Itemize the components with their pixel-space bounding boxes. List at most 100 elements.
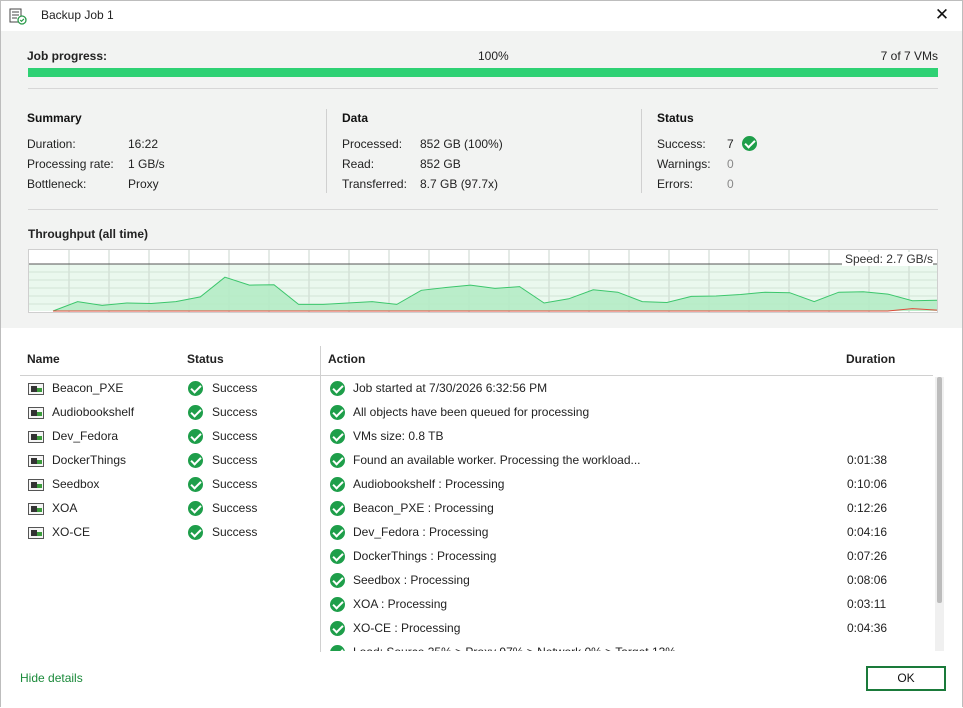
speed-readout: Speed: 2.7 GB/s [841,252,933,266]
status-heading: Status [657,111,694,125]
data-value: 852 GB (100%) [420,137,503,151]
data-value: 852 GB [420,157,461,171]
action-log: Job started at 7/30/2026 6:32:56 PM All o… [327,377,933,651]
action-row[interactable]: Load: Source 35% > Proxy 97% > Network 0… [327,641,933,651]
success-check-icon [330,525,345,540]
action-text: XO-CE : Processing [353,621,461,635]
action-duration: 0:07:26 [847,549,888,563]
action-row[interactable]: DockerThings : Processing 0:07:26 [327,545,933,569]
vm-status-label: Success [212,381,258,395]
job-icon [9,8,27,25]
action-text: Beacon_PXE : Processing [353,501,494,515]
action-text: Load: Source 35% > Proxy 97% > Network 0… [353,645,676,651]
status-row-warnings: Warnings: 0 [657,154,927,174]
hide-details-link[interactable]: Hide details [20,671,83,685]
success-check-icon [742,136,757,151]
vm-status-label: Success [212,453,258,467]
action-text: VMs size: 0.8 TB [353,429,444,443]
success-check-icon [330,597,345,612]
success-check-icon [330,405,345,420]
progress-count: 7 of 7 VMs [880,49,938,63]
scrollbar-thumb[interactable] [937,377,942,603]
vm-status-label: Success [212,525,258,539]
vm-row[interactable]: Beacon_PXE Success [25,377,320,401]
vm-status-label: Success [212,477,258,491]
action-row[interactable]: Dev_Fedora : Processing 0:04:16 [327,521,933,545]
data-row-processed: Processed: 852 GB (100%) [342,134,632,154]
action-duration: 0:12:26 [847,501,888,515]
column-header-name[interactable]: Name [27,352,60,366]
vm-name: Seedbox [52,477,100,491]
action-text: XOA : Processing [353,597,448,611]
column-header-action[interactable]: Action [328,352,365,366]
throughput-chart: Speed: 2.7 GB/s [28,249,938,313]
summary-value: 16:22 [128,137,159,151]
data-key: Processed: [342,137,403,151]
column-header-duration[interactable]: Duration [846,352,895,366]
action-row[interactable]: Seedbox : Processing 0:08:06 [327,569,933,593]
progress-label: Job progress: [27,49,108,63]
status-key: Errors: [657,177,693,191]
progress-bar [28,68,938,77]
status-value: 0 [727,157,734,171]
action-row[interactable]: XOA : Processing 0:03:11 [327,593,933,617]
ok-button[interactable]: OK [866,666,946,691]
action-text: DockerThings : Processing [353,549,497,563]
action-duration: 0:04:16 [847,525,888,539]
backup-job-dialog: Backup Job 1 ✕ Job progress: 100% 7 of 7… [0,0,963,708]
data-value: 8.7 GB (97.7x) [420,177,499,191]
header-divider [20,375,320,376]
action-duration: 0:01:38 [847,453,888,467]
pane-divider[interactable] [320,346,321,652]
action-row[interactable]: All objects have been queued for process… [327,401,933,425]
progress-percent: 100% [478,49,509,63]
vm-row[interactable]: XOA Success [25,497,320,521]
data-row-read: Read: 852 GB [342,154,632,174]
success-check-icon [330,381,345,396]
action-log-scrollbar[interactable] [935,377,944,651]
data-key: Transferred: [342,177,407,191]
action-duration: 0:10:06 [847,477,888,491]
window-title: Backup Job 1 [41,8,114,22]
vm-icon [28,407,44,419]
throughput-chart-svg [29,250,937,312]
success-check-icon [188,429,203,444]
vm-row[interactable]: Seedbox Success [25,473,320,497]
vm-row[interactable]: Dev_Fedora Success [25,425,320,449]
divider [28,88,938,89]
column-divider [326,109,327,193]
action-duration: 0:03:11 [847,597,887,611]
data-heading: Data [342,111,369,125]
progress-bar-fill [28,68,938,77]
success-check-icon [188,381,203,396]
action-row[interactable]: Beacon_PXE : Processing 0:12:26 [327,497,933,521]
action-row[interactable]: Audiobookshelf : Processing 0:10:06 [327,473,933,497]
vm-row[interactable]: DockerThings Success [25,449,320,473]
action-row[interactable]: Found an available worker. Processing th… [327,449,933,473]
action-row[interactable]: Job started at 7/30/2026 6:32:56 PM [327,377,933,401]
success-check-icon [330,573,345,588]
action-row[interactable]: XO-CE : Processing 0:04:36 [327,617,933,641]
vm-list: Beacon_PXE Success Audiobookshelf Success De… [25,377,320,545]
vm-row[interactable]: XO-CE Success [25,521,320,545]
status-row-success: Success: 7 [657,134,927,154]
vm-name: Dev_Fedora [52,429,119,443]
action-text: Dev_Fedora : Processing [353,525,489,539]
vm-row[interactable]: Audiobookshelf Success [25,401,320,425]
success-check-icon [330,477,345,492]
vm-status-label: Success [212,501,258,515]
success-check-icon [188,477,203,492]
column-header-status[interactable]: Status [187,352,224,366]
vm-icon [28,527,44,539]
vm-icon [28,383,44,395]
success-check-icon [188,501,203,516]
summary-section: Summary Duration: 16:22 Processing rate:… [27,111,317,194]
success-check-icon [330,621,345,636]
vm-name: Beacon_PXE [52,381,124,395]
status-section: Status Success: 7 Warnings: 0 Errors: 0 [657,111,927,194]
header-divider [321,375,933,376]
job-overview-panel: Job progress: 100% 7 of 7 VMs Summary Du… [1,31,962,328]
action-row[interactable]: VMs size: 0.8 TB [327,425,933,449]
vm-name: XOA [52,501,78,515]
close-icon[interactable]: ✕ [932,5,952,25]
